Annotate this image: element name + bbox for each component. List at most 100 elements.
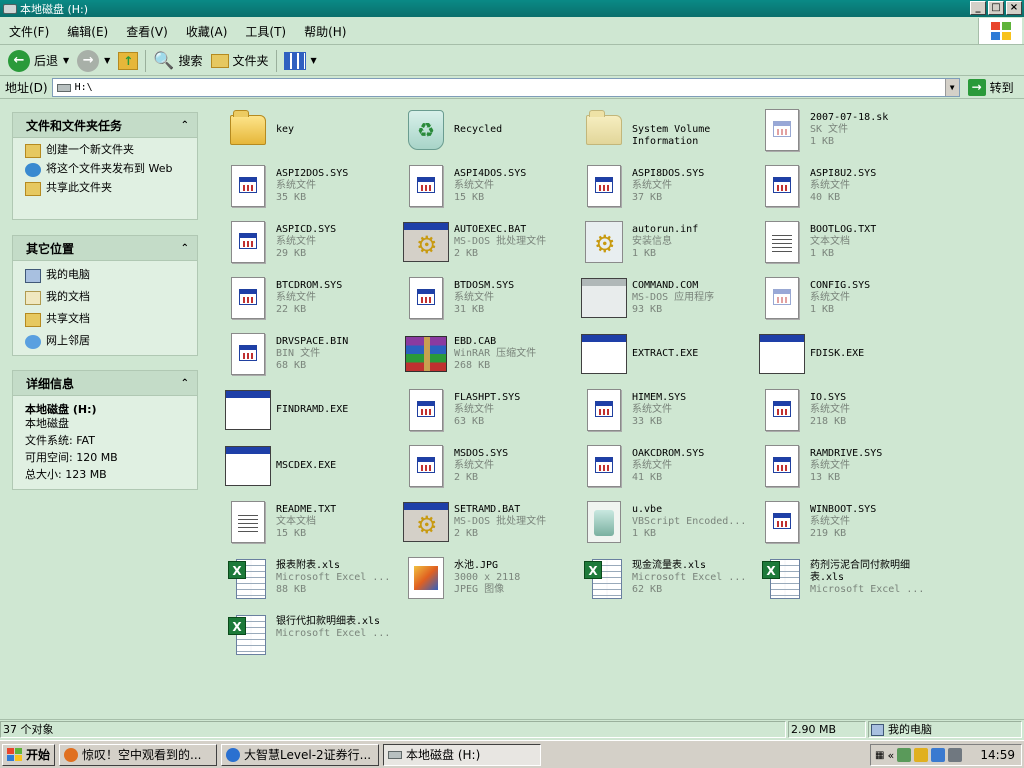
file-item[interactable]: FDISK.EXE (750, 327, 928, 381)
menu-tools[interactable]: 工具(T) (236, 23, 295, 40)
start-button[interactable]: 开始 (2, 743, 56, 766)
power-icon[interactable] (914, 748, 929, 762)
chevron-down-icon[interactable]: ▼ (104, 56, 110, 65)
file-item[interactable]: FLASHPT.SYS 系统文件 63 KB (394, 383, 572, 437)
file-text: BOOTLOG.TXT 文本文档 1 KB (810, 224, 926, 260)
close-button[interactable]: × (1006, 1, 1022, 15)
menu-file[interactable]: 文件(F) (0, 23, 58, 40)
file-text: FLASHPT.SYS 系统文件 63 KB (454, 392, 570, 428)
go-button[interactable]: → 转到 (967, 79, 1014, 96)
back-button[interactable]: ← 后退 ▼ (4, 48, 73, 74)
address-input[interactable]: H:\ ▼ (51, 78, 960, 97)
network-status-icon[interactable] (897, 748, 912, 762)
file-item[interactable]: u.vbe VBScript Encoded... 1 KB (572, 495, 750, 549)
collapse-icon[interactable]: ⌃ (181, 378, 189, 389)
details-header[interactable]: 详细信息 ⌃ (13, 371, 197, 396)
file-item[interactable]: ASPI8DOS.SYS 系统文件 37 KB (572, 159, 750, 213)
menu-view[interactable]: 查看(V) (117, 23, 177, 40)
file-tasks-header[interactable]: 文件和文件夹任务 ⌃ (13, 113, 197, 138)
file-name: System Volume Information (632, 124, 711, 147)
image-file-icon (402, 554, 450, 602)
file-name: MSDOS.SYS (454, 448, 509, 459)
task-publish-web[interactable]: 将这个文件夹发布到 Web (25, 163, 189, 177)
file-item[interactable]: EXTRACT.EXE (572, 327, 750, 381)
file-item[interactable]: BOOTLOG.TXT 文本文档 1 KB (750, 215, 928, 269)
other-places-header[interactable]: 其它位置 ⌃ (13, 236, 197, 261)
volume-icon[interactable] (948, 748, 963, 762)
place-shared-documents[interactable]: 共享文档 (25, 313, 189, 327)
taskbar-item-local-disk[interactable]: 本地磁盘 (H:) (383, 743, 542, 766)
menu-edit[interactable]: 编辑(E) (58, 23, 117, 40)
views-button[interactable]: ▼ (280, 48, 321, 74)
place-my-computer[interactable]: 我的电脑 (25, 269, 189, 283)
file-name: BTCDROM.SYS (276, 280, 343, 291)
file-item[interactable]: WINBOOT.SYS 系统文件 219 KB (750, 495, 928, 549)
file-item[interactable]: BTCDROM.SYS 系统文件 22 KB (216, 271, 394, 325)
file-item[interactable]: MSCDEX.EXE (216, 439, 394, 493)
file-name: key (276, 124, 295, 135)
title-bar[interactable]: 本地磁盘 (H:) _ □ × (0, 0, 1024, 17)
file-item[interactable]: X 药剂污泥合同付款明细表.xls Microsoft Excel ... (750, 551, 928, 605)
file-item[interactable]: ASPI8U2.SYS 系统文件 40 KB (750, 159, 928, 213)
display-icon[interactable] (931, 748, 946, 762)
file-item[interactable]: IO.SYS 系统文件 218 KB (750, 383, 928, 437)
file-item[interactable]: MSDOS.SYS 系统文件 2 KB (394, 439, 572, 493)
file-type: VBScript Encoded... (632, 516, 747, 527)
file-item[interactable]: key (216, 103, 394, 157)
collapse-icon[interactable]: ⌃ (181, 120, 189, 131)
taskbar-item-browser[interactable]: 惊叹！空中观看到的... (59, 743, 218, 766)
file-item[interactable]: AUTOEXEC.BATMS-DOS 批处理文件2 KB (394, 215, 572, 269)
file-item[interactable]: RAMDRIVE.SYS 系统文件 13 KB (750, 439, 928, 493)
keyboard-icon[interactable]: ▦ (875, 750, 884, 761)
clock[interactable]: 14:59 (980, 748, 1015, 762)
file-item[interactable]: BTDOSM.SYS 系统文件 31 KB (394, 271, 572, 325)
expand-tray-icon[interactable]: « (887, 749, 894, 762)
task-new-folder[interactable]: 创建一个新文件夹 (25, 144, 189, 158)
file-item[interactable]: 水池.JPG 3000 x 2118 JPEG 图像 (394, 551, 572, 605)
place-network[interactable]: 网上邻居 (25, 335, 189, 349)
file-item[interactable]: System Volume Information (572, 103, 750, 157)
task-share-folder[interactable]: 共享此文件夹 (25, 182, 189, 196)
file-item[interactable]: 2007-07-18.sk SK 文件 1 KB (750, 103, 928, 157)
file-item[interactable]: ASPICD.SYS 系统文件 29 KB (216, 215, 394, 269)
file-text: AUTOEXEC.BAT MS-DOS 批处理文件 2 KB (454, 224, 570, 260)
file-name: HIMEM.SYS (632, 392, 687, 403)
collapse-icon[interactable]: ⌃ (181, 243, 189, 254)
file-item[interactable]: README.TXT 文本文档 15 KB (216, 495, 394, 549)
menu-favorites[interactable]: 收藏(A) (177, 23, 237, 40)
file-item[interactable]: CONFIG.SYS 系统文件 1 KB (750, 271, 928, 325)
file-item[interactable]: X 银行代扣款明细表.xls Microsoft Excel ... (216, 607, 394, 661)
file-item[interactable]: OAKCDROM.SYS 系统文件 41 KB (572, 439, 750, 493)
file-item[interactable]: FINDRAMD.EXE (216, 383, 394, 437)
file-item[interactable]: HIMEM.SYS 系统文件 33 KB (572, 383, 750, 437)
file-item[interactable]: X 报表附表.xls Microsoft Excel ... 88 KB (216, 551, 394, 605)
chevron-down-icon[interactable]: ▼ (63, 56, 69, 65)
file-size: 33 KB (632, 416, 663, 427)
up-folder-button[interactable]: ↑ (114, 48, 142, 74)
search-button[interactable]: 🔍 搜索 (149, 48, 206, 74)
place-my-documents[interactable]: 我的文档 (25, 291, 189, 305)
file-name: MSCDEX.EXE (276, 460, 337, 471)
file-size: 218 KB (810, 416, 847, 427)
file-item[interactable]: COMMAND.COM MS-DOS 应用程序 93 KB (572, 271, 750, 325)
minimize-button[interactable]: _ (970, 1, 986, 15)
application-icon (224, 442, 272, 490)
file-item[interactable]: ASPI4DOS.SYS 系统文件 15 KB (394, 159, 572, 213)
file-item[interactable]: DRVSPACE.BIN BIN 文件 68 KB (216, 327, 394, 381)
winrar-archive-icon (402, 330, 450, 378)
taskbar-item-stock-app[interactable]: 大智慧Level-2证券行... (221, 743, 380, 766)
file-type: 系统文件 (632, 180, 672, 191)
file-item[interactable]: ASPI2DOS.SYS 系统文件 35 KB (216, 159, 394, 213)
browser-icon (64, 747, 79, 762)
chevron-down-icon: ▼ (310, 56, 317, 65)
folders-button[interactable]: 文件夹 (207, 48, 273, 74)
file-item[interactable]: X 现金流量表.xls Microsoft Excel ... 62 KB (572, 551, 750, 605)
file-item[interactable]: SETRAMD.BATMS-DOS 批处理文件2 KB (394, 495, 572, 549)
menu-help[interactable]: 帮助(H) (295, 23, 355, 40)
file-item[interactable]: autorun.inf安装信息1 KB (572, 215, 750, 269)
address-dropdown-button[interactable]: ▼ (944, 79, 959, 96)
maximize-button[interactable]: □ (988, 1, 1004, 15)
file-item[interactable]: EBD.CAB WinRAR 压缩文件 268 KB (394, 327, 572, 381)
forward-button[interactable]: → ▼ (73, 48, 114, 74)
file-item[interactable]: ♻ Recycled (394, 103, 572, 157)
